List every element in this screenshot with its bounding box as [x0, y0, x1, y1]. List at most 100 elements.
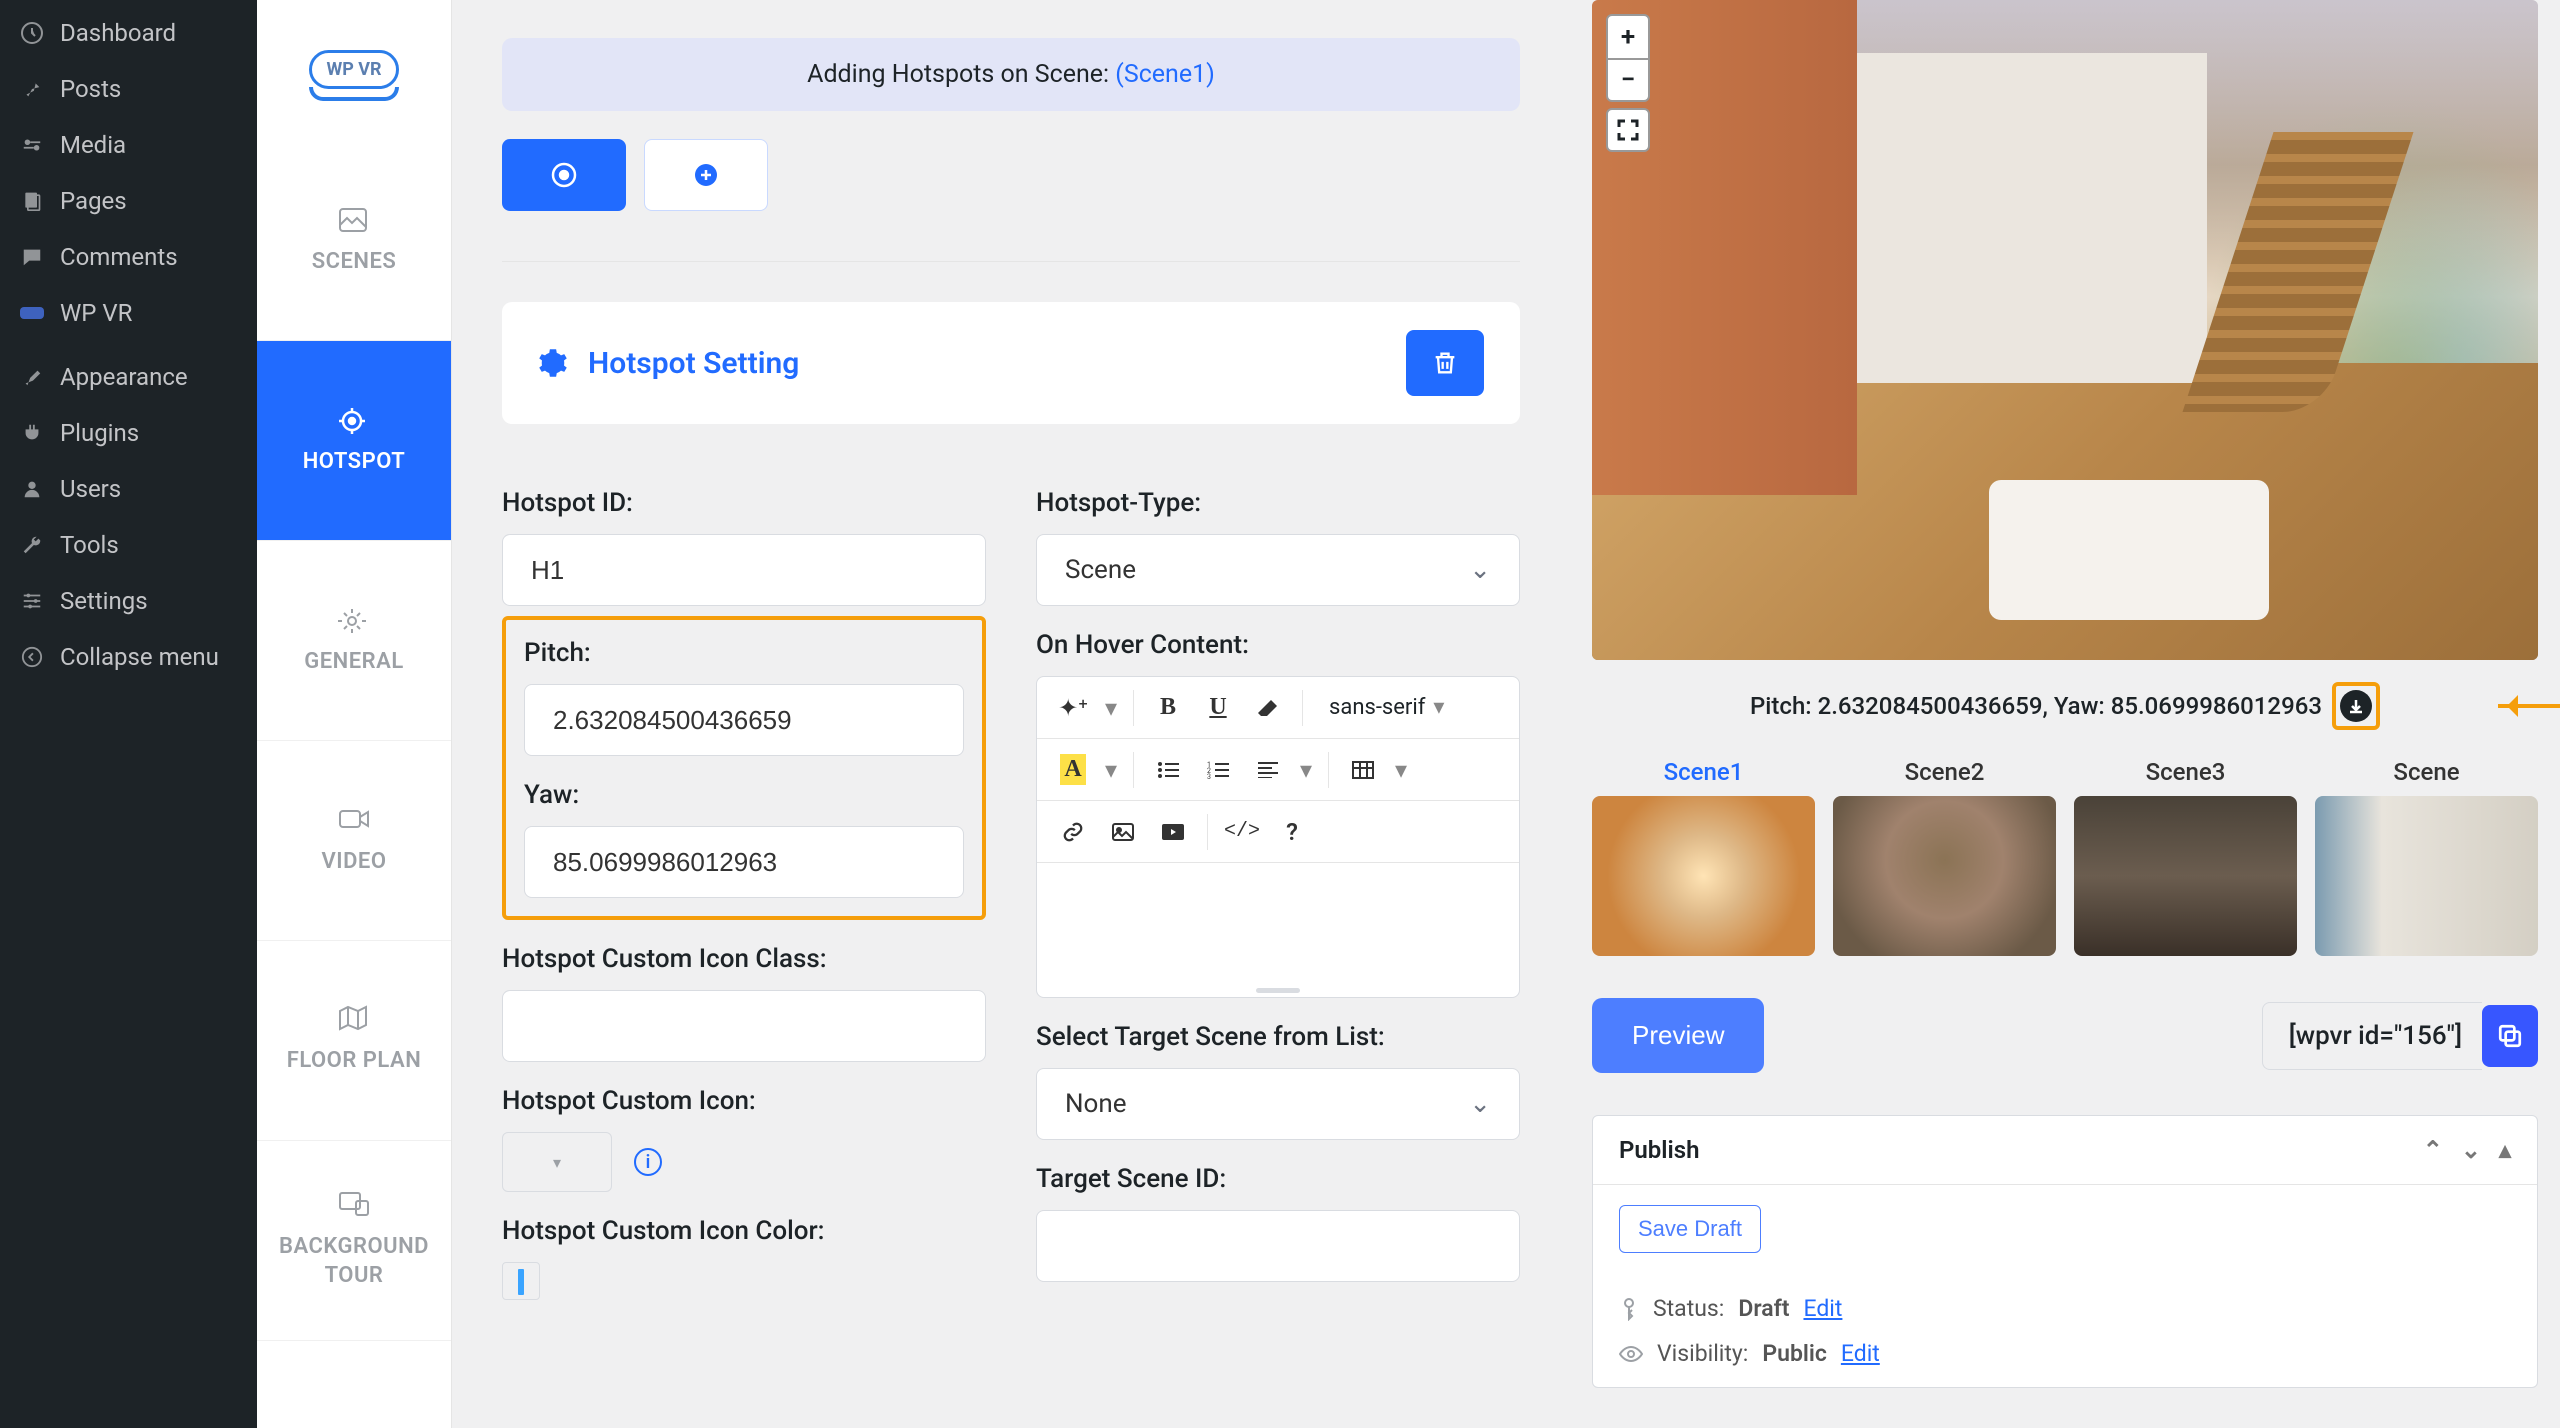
delete-hotspot-button[interactable]: [1406, 330, 1484, 396]
hotspot-type-select[interactable]: Scene ⌄: [1036, 534, 1520, 606]
tab-scenes[interactable]: SCENES: [257, 141, 451, 341]
rte-help-button[interactable]: ?: [1270, 810, 1314, 854]
annotation-arrow: [2498, 704, 2560, 708]
menu-collapse[interactable]: Collapse menu: [0, 629, 257, 685]
menu-posts[interactable]: Posts: [0, 61, 257, 117]
rte-ul-button[interactable]: [1146, 748, 1190, 792]
icon-class-label: Hotspot Custom Icon Class:: [502, 944, 986, 974]
yaw-input[interactable]: [524, 826, 964, 898]
hotspot-chip-active[interactable]: [502, 139, 626, 211]
pages-icon: [18, 187, 46, 215]
menu-appearance[interactable]: Appearance: [0, 349, 257, 405]
scene-thumb-4[interactable]: Scene: [2315, 758, 2538, 956]
key-icon: [1619, 1297, 1639, 1321]
coordinates-readout: Pitch: 2.632084500436659, Yaw: 85.069998…: [1750, 692, 2322, 720]
pitch-label: Pitch:: [524, 638, 964, 668]
menu-plugins[interactable]: Plugins: [0, 405, 257, 461]
panorama-preview[interactable]: + −: [1592, 0, 2538, 660]
panel-toggle-icon[interactable]: ▴: [2499, 1136, 2511, 1164]
tab-background-tour[interactable]: BACKGROUND TOUR: [257, 1141, 451, 1341]
gear-icon: [338, 607, 370, 639]
target-scene-id-input[interactable]: [1036, 1210, 1520, 1282]
tab-hotspot[interactable]: HOTSPOT: [257, 341, 451, 541]
rte-content-area[interactable]: [1037, 863, 1519, 983]
shortcode-text: [wpvr id="156"]: [2262, 1002, 2482, 1070]
edit-visibility-link[interactable]: Edit: [1841, 1340, 1880, 1367]
rte-code-button[interactable]: </>: [1220, 810, 1264, 854]
tab-floorplan[interactable]: FLOOR PLAN: [257, 941, 451, 1141]
rte-font-select[interactable]: sans-serif▾: [1315, 695, 1458, 720]
fullscreen-button[interactable]: [1606, 108, 1650, 152]
wpvr-logo: WP VR: [257, 0, 451, 141]
rte-underline-button[interactable]: U: [1196, 686, 1240, 730]
rte-bold-button[interactable]: B: [1146, 686, 1190, 730]
rte-table-button[interactable]: [1341, 748, 1385, 792]
preview-button[interactable]: Preview: [1592, 998, 1764, 1073]
devices-icon: [338, 1191, 370, 1223]
rte-image-button[interactable]: [1101, 810, 1145, 854]
target-scene-select[interactable]: None ⌄: [1036, 1068, 1520, 1140]
target-scene-list-label: Select Target Scene from List:: [1036, 1022, 1520, 1052]
pitch-input[interactable]: [524, 684, 964, 756]
zoom-out-button[interactable]: −: [1608, 58, 1648, 100]
tab-general[interactable]: GENERAL: [257, 541, 451, 741]
rte-textcolor-dropdown[interactable]: ▾: [1101, 748, 1121, 792]
download-icon: [2348, 698, 2364, 714]
icon-color-swatch[interactable]: [502, 1262, 540, 1300]
edit-status-link[interactable]: Edit: [1803, 1295, 1842, 1322]
scene-link[interactable]: (Scene1): [1115, 60, 1215, 89]
info-icon[interactable]: i: [634, 1148, 662, 1176]
gear-icon: [538, 348, 568, 378]
rte-table-dropdown[interactable]: ▾: [1391, 748, 1411, 792]
pin-icon: [18, 75, 46, 103]
menu-wpvr[interactable]: WP VR: [0, 285, 257, 341]
rte-eraser-button[interactable]: [1246, 686, 1290, 730]
scene-thumb-2[interactable]: Scene2: [1833, 758, 2056, 956]
panel-up-icon[interactable]: ⌃: [2423, 1136, 2443, 1164]
hover-content-label: On Hover Content:: [1036, 630, 1520, 660]
rte-ol-button[interactable]: 123: [1196, 748, 1240, 792]
image-icon: [338, 207, 370, 239]
zoom-in-button[interactable]: +: [1608, 16, 1648, 58]
rich-text-editor: ✦⁺ ▾ B U sans-serif▾ A ▾: [1036, 676, 1520, 998]
menu-media[interactable]: Media: [0, 117, 257, 173]
trash-icon: [1431, 348, 1459, 378]
eye-icon: [1619, 1345, 1643, 1363]
menu-settings[interactable]: Settings: [0, 573, 257, 629]
copy-shortcode-button[interactable]: [2482, 1005, 2538, 1067]
target-icon: [338, 407, 370, 439]
rte-textcolor-button[interactable]: A: [1051, 748, 1095, 792]
hotspot-chip-add[interactable]: [644, 139, 768, 211]
publish-panel: Publish ⌃ ⌄ ▴ Save Draft Status: Draft E…: [1592, 1115, 2538, 1388]
rte-resize-grip[interactable]: [1037, 983, 1519, 997]
chevron-down-icon: ⌄: [1469, 555, 1491, 585]
sliders-icon: [18, 587, 46, 615]
custom-icon-select[interactable]: ▾: [502, 1132, 612, 1192]
grab-coordinates-button[interactable]: [2340, 690, 2372, 722]
scene-thumb-1[interactable]: Scene1: [1592, 758, 1815, 956]
save-draft-button[interactable]: Save Draft: [1619, 1205, 1761, 1253]
scene-thumb-3[interactable]: Scene3: [2074, 758, 2297, 956]
rte-wand-icon[interactable]: ✦⁺: [1051, 686, 1095, 730]
icon-color-label: Hotspot Custom Icon Color:: [502, 1216, 986, 1246]
zoom-controls: + −: [1606, 14, 1650, 102]
tab-video[interactable]: VIDEO: [257, 741, 451, 941]
yaw-label: Yaw:: [524, 780, 964, 810]
record-icon: [551, 162, 577, 188]
media-icon: [18, 131, 46, 159]
menu-tools[interactable]: Tools: [0, 517, 257, 573]
rte-align-dropdown[interactable]: ▾: [1296, 748, 1316, 792]
vr-tab-rail: WP VR SCENES HOTSPOT GENERAL VIDEO: [257, 0, 452, 1428]
menu-dashboard[interactable]: Dashboard: [0, 5, 257, 61]
hotspot-id-input[interactable]: [502, 534, 986, 606]
menu-comments[interactable]: Comments: [0, 229, 257, 285]
scene-banner: Adding Hotspots on Scene: (Scene1): [502, 38, 1520, 111]
rte-link-button[interactable]: [1051, 810, 1095, 854]
rte-video-button[interactable]: [1151, 810, 1195, 854]
panel-down-icon[interactable]: ⌄: [2461, 1136, 2481, 1164]
rte-wand-dropdown[interactable]: ▾: [1101, 686, 1121, 730]
rte-align-button[interactable]: [1246, 748, 1290, 792]
icon-class-input[interactable]: [502, 990, 986, 1062]
menu-users[interactable]: Users: [0, 461, 257, 517]
menu-pages[interactable]: Pages: [0, 173, 257, 229]
